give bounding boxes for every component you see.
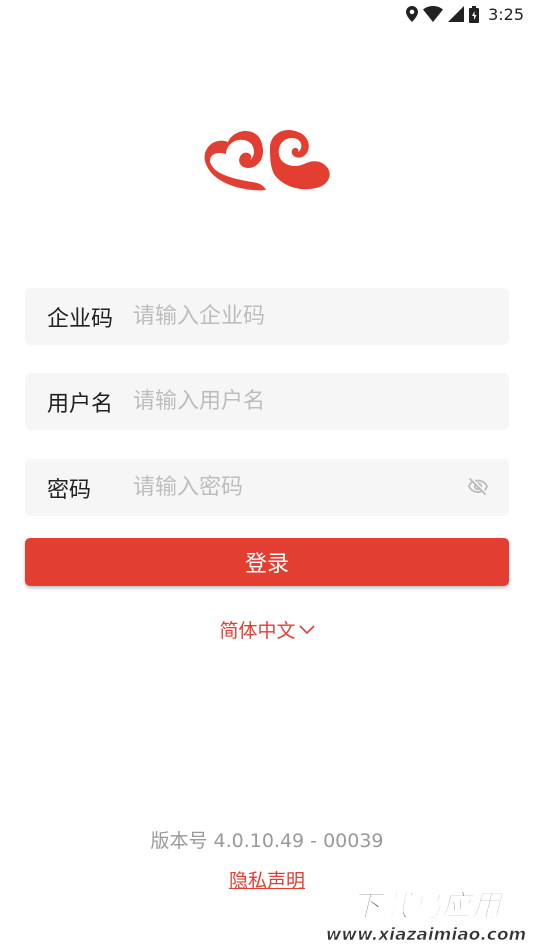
svg-text:www.xiazaimiao.com: www.xiazaimiao.com: [326, 925, 527, 945]
location-icon: [406, 6, 419, 22]
chevron-down-icon: [298, 624, 315, 634]
version-text: 版本号 4.0.10.49 - 00039: [150, 830, 384, 852]
password-label: 密码: [47, 477, 92, 503]
username-field: 用户名: [25, 373, 509, 430]
watermark-logo: 下载乌应用 www.xiazaimiao.com: [320, 884, 530, 948]
login-button[interactable]: 登录: [25, 538, 509, 586]
wifi-icon: [423, 6, 444, 22]
company-code-label: 企业码: [47, 306, 114, 332]
signal-icon: [448, 6, 465, 22]
status-time: 3:25: [488, 4, 524, 24]
username-label: 用户名: [47, 391, 114, 417]
company-code-field: 企业码: [25, 288, 509, 345]
battery-icon: [469, 5, 480, 23]
status-bar: 3:25: [0, 0, 534, 28]
eye-off-icon[interactable]: [467, 476, 489, 498]
cloud-logo: [204, 129, 330, 191]
username-input[interactable]: [133, 381, 463, 422]
language-selector[interactable]: 简体中文: [0, 616, 534, 643]
password-input[interactable]: [133, 467, 463, 508]
company-code-input[interactable]: [133, 296, 463, 337]
language-label: 简体中文: [219, 620, 296, 642]
svg-text:下载乌应用: 下载乌应用: [351, 889, 505, 924]
password-field: 密码: [25, 459, 509, 516]
